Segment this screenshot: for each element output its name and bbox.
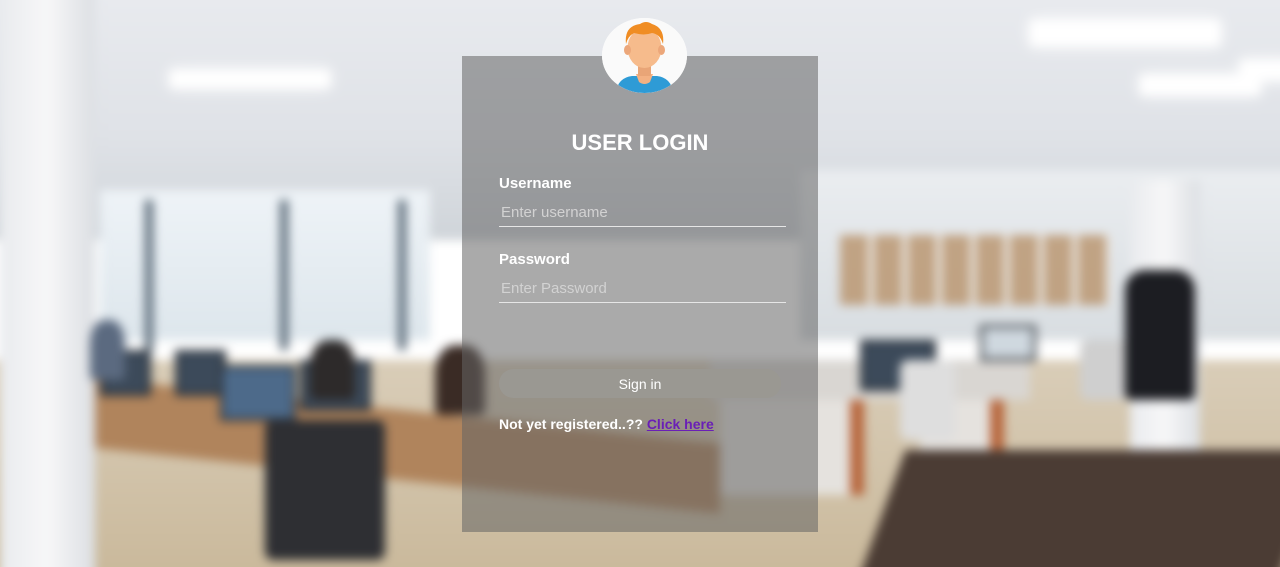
username-input[interactable]	[499, 198, 786, 227]
user-avatar-icon	[602, 18, 687, 93]
password-label: Password	[499, 251, 570, 268]
login-title: USER LOGIN	[571, 130, 709, 155]
password-input[interactable]	[499, 274, 786, 303]
register-link[interactable]: Click here	[647, 416, 714, 432]
register-prompt: Not yet registered..?? Click here	[499, 416, 714, 432]
sign-in-button[interactable]: Sign in	[499, 369, 781, 398]
register-text: Not yet registered..??	[499, 416, 643, 432]
username-label: Username	[499, 175, 572, 192]
